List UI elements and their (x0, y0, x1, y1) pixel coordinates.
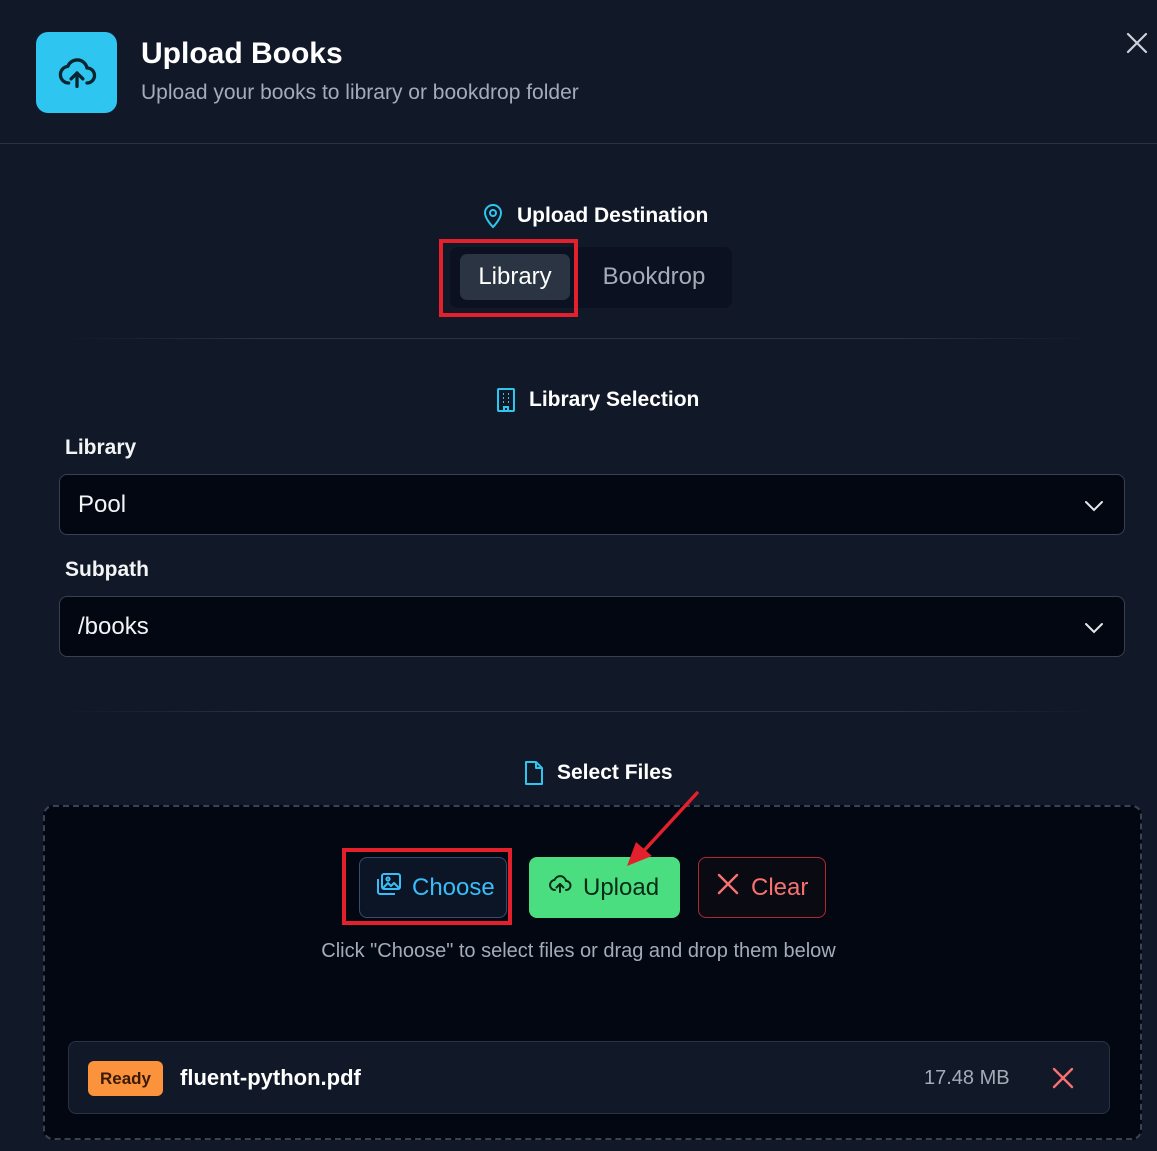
library-selection-label: Library Selection (529, 388, 700, 411)
section-divider (60, 338, 1097, 339)
library-select-value: Pool (78, 490, 127, 518)
cloud-upload-icon (36, 32, 117, 113)
file-size: 17.48 MB (924, 1067, 1010, 1089)
subpath-select[interactable]: /books (59, 596, 1125, 657)
subpath-select-value: /books (78, 612, 149, 640)
building-icon (495, 387, 517, 413)
status-badge: Ready (88, 1061, 163, 1096)
close-icon (1126, 32, 1148, 54)
chevron-down-icon (1082, 616, 1106, 647)
library-selection-heading: Library Selection (495, 387, 699, 413)
cloud-upload-icon (547, 872, 573, 903)
library-field-label: Library (65, 436, 137, 459)
library-select[interactable]: Pool (59, 474, 1125, 535)
toggle-bookdrop[interactable]: Bookdrop (590, 254, 718, 300)
map-pin-icon (481, 203, 505, 229)
upload-button[interactable]: Upload (529, 857, 680, 918)
destination-toggle: Library Bookdrop (450, 247, 732, 308)
select-files-heading: Select Files (523, 760, 673, 786)
dialog-title: Upload Books (141, 37, 343, 70)
dialog-subtitle: Upload your books to library or bookdrop… (141, 81, 579, 104)
choose-button-label: Choose (412, 873, 495, 901)
close-icon (1052, 1067, 1074, 1089)
close-button[interactable] (1120, 26, 1154, 60)
dialog-header: Upload Books Upload your books to librar… (0, 0, 1157, 144)
dropzone-hint: Click "Choose" to select files or drag a… (321, 940, 836, 962)
toggle-library[interactable]: Library (460, 254, 570, 300)
close-icon (717, 873, 739, 902)
file-icon (523, 760, 545, 786)
subpath-field-label: Subpath (65, 558, 149, 581)
remove-file-button[interactable] (1049, 1064, 1077, 1092)
select-files-label: Select Files (557, 761, 673, 784)
clear-button[interactable]: Clear (698, 857, 826, 918)
file-list-item: Ready fluent-python.pdf 17.48 MB (68, 1041, 1110, 1114)
file-name: fluent-python.pdf (180, 1065, 361, 1090)
choose-button[interactable]: Choose (359, 857, 507, 918)
section-divider (60, 711, 1097, 712)
upload-destination-label: Upload Destination (517, 204, 709, 227)
upload-books-dialog: Upload Books Upload your books to librar… (0, 0, 1157, 1151)
images-icon (376, 872, 402, 903)
chevron-down-icon (1082, 494, 1106, 525)
upload-destination-heading: Upload Destination (481, 203, 708, 229)
upload-button-label: Upload (583, 873, 660, 901)
clear-button-label: Clear (751, 873, 809, 901)
